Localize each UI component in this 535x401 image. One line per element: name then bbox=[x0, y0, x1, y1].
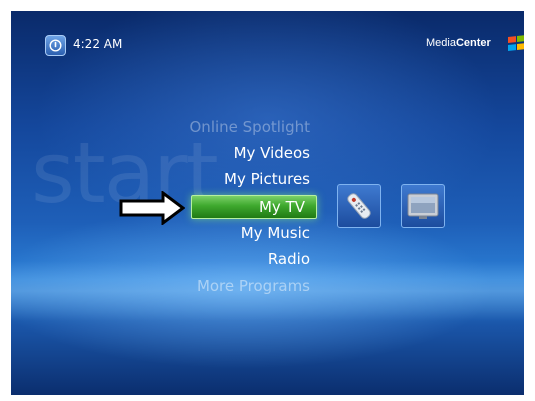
remote-control-icon bbox=[347, 193, 371, 219]
menu-item-my-music[interactable]: My Music bbox=[11, 222, 321, 244]
windows-logo-icon bbox=[508, 35, 524, 52]
brand-text-bold: Center bbox=[455, 37, 491, 49]
brand-text-light: Media bbox=[426, 37, 456, 49]
tile-remote[interactable] bbox=[337, 184, 381, 228]
menu-item-label: My TV bbox=[258, 198, 305, 216]
menu-item-label: More Programs bbox=[196, 277, 310, 295]
menu-item-more-programs[interactable]: More Programs bbox=[11, 275, 321, 297]
menu-item-my-tv[interactable]: My TV bbox=[191, 195, 317, 219]
menu-item-my-videos[interactable]: My Videos bbox=[11, 142, 321, 164]
menu-item-label: My Pictures bbox=[224, 170, 310, 188]
menu-item-label: Online Spotlight bbox=[189, 118, 311, 136]
tile-tv[interactable] bbox=[401, 184, 445, 228]
menu-item-label: My Videos bbox=[233, 144, 310, 162]
clock: 4:22 AM bbox=[73, 37, 123, 51]
power-icon bbox=[49, 39, 62, 52]
media-center-screen: 4:22 AM MediaCenter start Online Spotlig… bbox=[11, 11, 524, 395]
menu-item-my-pictures[interactable]: My Pictures bbox=[11, 168, 321, 190]
menu-item-radio[interactable]: Radio bbox=[11, 248, 321, 270]
pointer-arrow-icon bbox=[119, 191, 185, 225]
media-center-brand: MediaCenter bbox=[426, 37, 491, 49]
power-button[interactable] bbox=[45, 35, 66, 56]
tv-monitor-icon bbox=[407, 193, 439, 219]
menu-item-label: Radio bbox=[267, 250, 310, 268]
menu-item-online-spotlight[interactable]: Online Spotlight bbox=[11, 116, 321, 138]
menu-item-label: My Music bbox=[240, 224, 310, 242]
